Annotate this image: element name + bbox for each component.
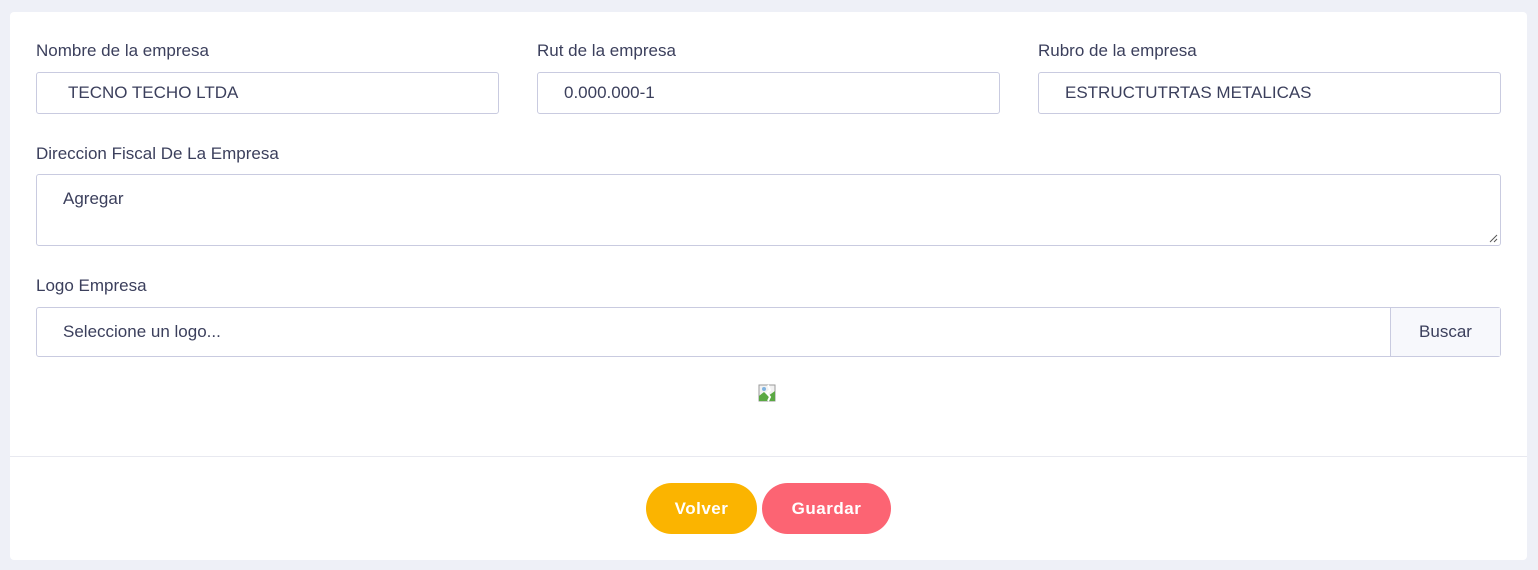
company-sector-input[interactable]: ESTRUCTUTRTAS METALICAS [1038,72,1501,114]
fiscal-address-textarea[interactable]: Agregar [36,174,1501,246]
broken-image-icon [758,384,776,402]
company-sector-value: ESTRUCTUTRTAS METALICAS [1065,83,1312,102]
fiscal-address-value: Agregar [63,189,124,208]
logo-file-input[interactable]: Seleccione un logo... Buscar [36,307,1501,357]
company-name-input[interactable]: TECNO TECHO LTDA [36,72,499,114]
company-sector-label: Rubro de la empresa [1038,41,1197,60]
company-rut-value: 0.000.000-1 [564,83,655,102]
company-name-label: Nombre de la empresa [36,41,209,60]
company-rut-label: Rut de la empresa [537,41,676,60]
company-form-card: Nombre de la empresa TECNO TECHO LTDA Ru… [10,12,1527,560]
resize-grip-icon[interactable] [1488,233,1498,243]
company-rut-input[interactable]: 0.000.000-1 [537,72,1000,114]
company-name-value: TECNO TECHO LTDA [68,83,239,102]
fiscal-address-label: Direccion Fiscal De La Empresa [36,144,279,163]
browse-button[interactable]: Buscar [1390,308,1500,356]
footer-divider [10,456,1527,457]
logo-label: Logo Empresa [36,276,147,295]
save-button[interactable]: Guardar [762,483,891,534]
logo-file-placeholder[interactable]: Seleccione un logo... [37,308,1390,356]
back-button[interactable]: Volver [646,483,757,534]
